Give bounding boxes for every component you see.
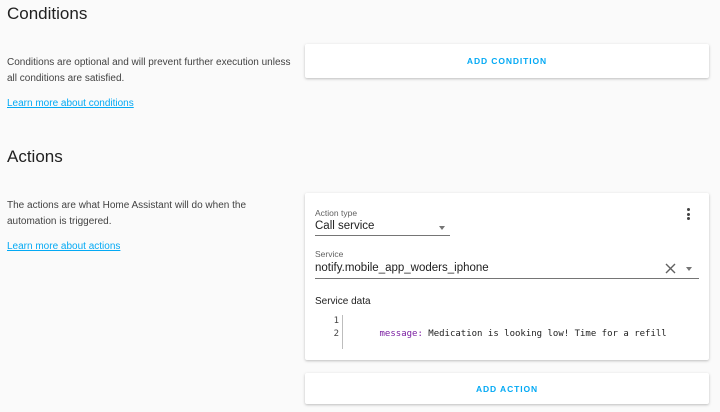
line-number: 2: [333, 329, 339, 339]
more-vert-icon[interactable]: [685, 208, 691, 222]
service-input[interactable]: notify.mobile_app_woders_iphone: [315, 262, 489, 274]
code-line[interactable]: message: Medication is looking low! Time…: [347, 315, 667, 354]
action-type-select[interactable]: Call service: [315, 220, 374, 232]
conditions-description: Conditions are optional and will prevent…: [7, 57, 291, 84]
actions-description: The actions are what Home Assistant will…: [7, 200, 247, 227]
add-action-card: ADD ACTION: [305, 373, 709, 404]
action-type-label: Action type: [315, 208, 358, 218]
code-gutter: 1 2: [315, 315, 343, 349]
line-number: 1: [333, 316, 339, 326]
action-type-underline: [315, 235, 450, 236]
action-card: Action type Call service Service notify.…: [305, 193, 709, 360]
code-line[interactable]: [347, 328, 380, 367]
conditions-title: Conditions: [7, 4, 88, 23]
service-data-editor[interactable]: 1 2 message: Medication is looking low! …: [315, 315, 699, 349]
close-icon[interactable]: [665, 263, 676, 274]
add-condition-button[interactable]: ADD CONDITION: [305, 44, 709, 78]
add-condition-card: ADD CONDITION: [305, 44, 709, 78]
add-action-button[interactable]: ADD ACTION: [305, 373, 709, 404]
learn-more-conditions-link[interactable]: Learn more about conditions: [7, 98, 134, 109]
service-label: Service: [315, 249, 344, 259]
service-underline: [315, 278, 699, 279]
actions-title: Actions: [7, 147, 63, 166]
learn-more-actions-link[interactable]: Learn more about actions: [7, 241, 120, 252]
arrow-drop-down-icon[interactable]: [439, 226, 445, 230]
service-dropdown-icon[interactable]: [686, 267, 692, 271]
service-data-label: Service data: [315, 296, 371, 307]
yaml-value: Medication is looking low! Time for a re…: [422, 329, 667, 339]
yaml-key: message:: [379, 329, 423, 339]
